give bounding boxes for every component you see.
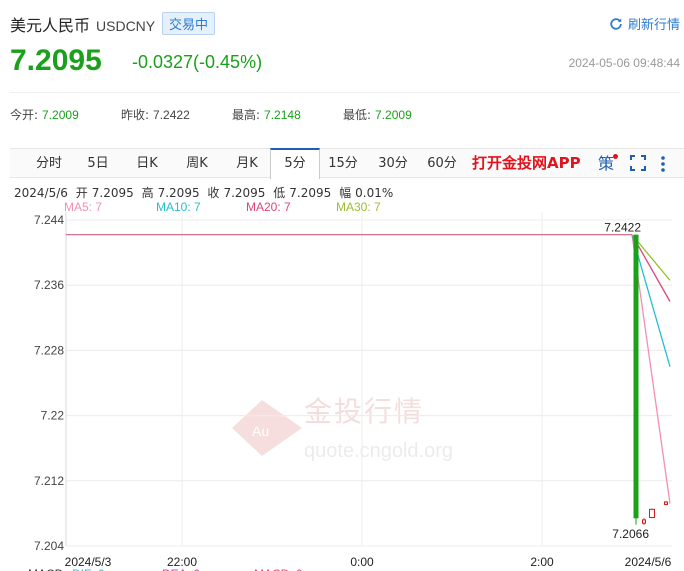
stat-open: 今开: 7.2009 — [10, 106, 79, 123]
refresh-label: 刷新行情 — [627, 18, 680, 33]
candle-body — [633, 234, 639, 519]
candle-body — [664, 501, 668, 505]
stat-value: 7.2009 — [42, 108, 79, 122]
stat-value: 7.2148 — [264, 108, 301, 122]
stat-value: 7.2009 — [375, 108, 412, 122]
chart-series: 7.2422 7.2066 — [66, 221, 671, 541]
divider — [10, 92, 680, 93]
stat-prev-close: 昨收: 7.2422 — [121, 106, 190, 123]
candle-body — [642, 519, 646, 524]
y-tick-label: 7.212 — [34, 474, 64, 488]
header: 美元人民币 USDCNY 交易中 刷新行情 — [10, 10, 680, 40]
notification-dot — [613, 154, 618, 159]
ohlc-open: 7.2095 — [91, 186, 134, 200]
refresh-icon — [610, 17, 622, 30]
y-tick-label: 7.204 — [34, 539, 64, 553]
ohlc-close-label: 收 — [207, 186, 220, 200]
ohlc-readout: 2024/5/6 开 7.2095 高 7.2095 收 7.2095 低 7.2095… — [14, 184, 397, 201]
macd-legend-item: MACD: 0 — [254, 567, 303, 571]
tab-weekly-k[interactable]: 周K — [174, 149, 220, 178]
watermark-url: quote.cngold.org — [304, 440, 453, 462]
candle-body — [649, 508, 655, 518]
tab-60min[interactable]: 60分 — [420, 149, 464, 178]
open-app-link[interactable]: 打开金投网APP — [472, 149, 581, 178]
strategy-icon[interactable]: 策 — [598, 149, 614, 178]
macd-legend-item: DIF: 0 — [72, 567, 105, 571]
instrument-title: 美元人民币 USDCNY — [10, 12, 155, 36]
instrument-name: 美元人民币 — [10, 16, 91, 35]
price-change: -0.0327(-0.45%) — [132, 52, 263, 72]
stat-label: 最低: — [343, 108, 372, 122]
watermark-text: 金投行情 — [304, 395, 424, 428]
tab-daily-k[interactable]: 日K — [124, 149, 170, 178]
refresh-button[interactable]: 刷新行情 — [609, 14, 680, 33]
ohlc-amp-label: 幅 — [339, 186, 352, 200]
chart-grid — [65, 212, 672, 547]
instrument-code: USDCNY — [96, 18, 156, 34]
stat-label: 今开: — [10, 108, 39, 122]
tab-monthly-k[interactable]: 月K — [224, 149, 270, 178]
stat-label: 昨收: — [121, 108, 150, 122]
high-price-label: 7.2422 — [604, 221, 641, 235]
more-options-icon[interactable] — [658, 155, 668, 173]
y-tick-label: 7.236 — [34, 278, 64, 292]
watermark: Au 金投行情 quote.cngold.org — [232, 395, 453, 462]
ohlc-date: 2024/5/6 — [14, 186, 68, 200]
macd-legend-item: DEA: 0 — [162, 567, 200, 571]
stat-low: 最低: 7.2009 — [343, 106, 412, 123]
macd-legend-item: MACD: — [28, 567, 67, 571]
stat-value: 7.2422 — [153, 108, 190, 122]
quote-row: 7.2095 -0.0327(-0.45%) 2024-05-06 09:48:… — [10, 44, 680, 80]
ohlc-low: 7.2095 — [289, 186, 332, 200]
low-price-label: 7.2066 — [612, 527, 649, 541]
ohlc-high-label: 高 — [141, 186, 154, 200]
trading-status-badge: 交易中 — [162, 12, 216, 35]
stat-high: 最高: 7.2148 — [232, 106, 301, 123]
period-tabs: 分时 5日 日K 周K 月K 5分 15分 30分 60分 打开金投网APP 策 — [10, 148, 684, 179]
ohlc-high: 7.2095 — [157, 186, 200, 200]
tab-intraday[interactable]: 分时 — [26, 149, 72, 178]
x-tick-label: 0:00 — [350, 555, 374, 569]
quote-timestamp: 2024-05-06 09:48:44 — [568, 56, 680, 70]
y-tick-label: 7.244 — [34, 213, 64, 227]
tab-5min[interactable]: 5分 — [270, 148, 320, 179]
ohlc-close: 7.2095 — [223, 186, 266, 200]
y-axis: 7.244 7.236 7.228 7.22 7.212 7.204 — [34, 213, 64, 553]
tab-15min[interactable]: 15分 — [322, 149, 364, 178]
ohlc-low-label: 低 — [273, 186, 286, 200]
tab-5day[interactable]: 5日 — [76, 149, 120, 178]
candlestick-chart[interactable]: Au 金投行情 quote.cngold.org 7.244 7.236 7.228… — [0, 210, 684, 571]
y-tick-label: 7.22 — [41, 409, 65, 423]
tab-30min[interactable]: 30分 — [370, 149, 416, 178]
stat-label: 最高: — [232, 108, 261, 122]
current-price: 7.2095 — [10, 44, 102, 77]
watermark-logo-text: Au — [252, 423, 269, 439]
fullscreen-icon[interactable] — [630, 155, 646, 171]
x-tick-label: 2:00 — [530, 555, 554, 569]
ohlc-amplitude: 0.01% — [355, 186, 394, 200]
x-axis: 2024/5/3 22:00 0:00 2:00 2024/5/6 — [65, 555, 672, 569]
y-tick-label: 7.228 — [34, 343, 64, 357]
x-tick-label: 2024/5/6 — [625, 555, 672, 569]
ohlc-open-label: 开 — [75, 186, 88, 200]
